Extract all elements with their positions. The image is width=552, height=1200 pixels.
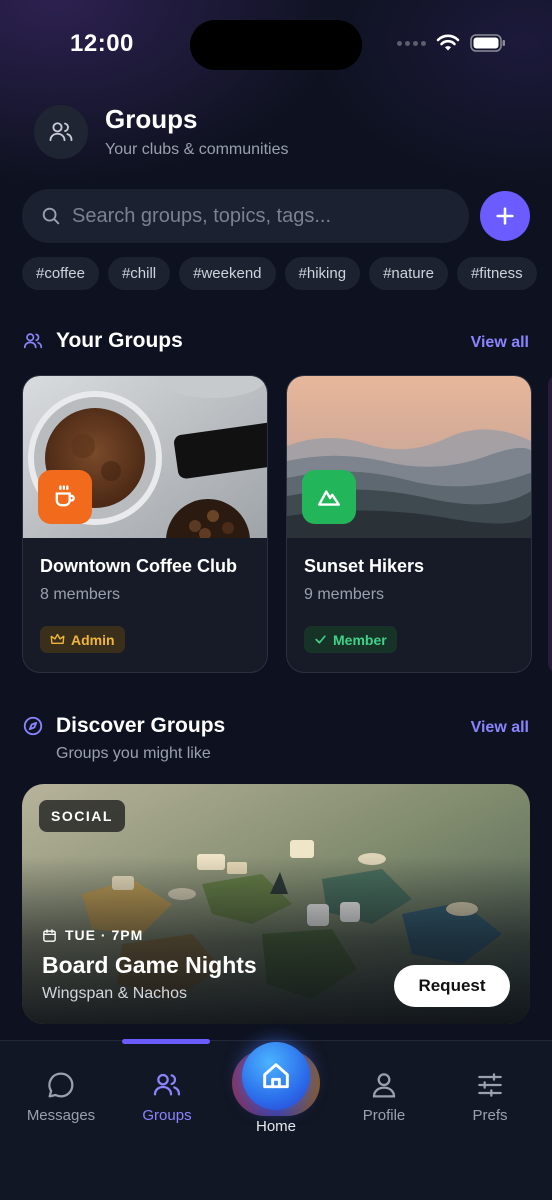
users-icon xyxy=(23,333,43,349)
tag-chip[interactable]: #chill xyxy=(107,257,171,290)
battery-icon xyxy=(470,34,505,52)
view-all-discover-link[interactable]: View all xyxy=(471,719,529,737)
event-time: TUE · 7PM xyxy=(42,927,143,943)
checkmark-icon xyxy=(315,635,326,644)
tab-label: Prefs xyxy=(472,1107,508,1124)
your-groups-header: Your Groups xyxy=(22,329,183,353)
status-bar: 12:00 xyxy=(0,0,552,90)
crown-icon xyxy=(50,633,65,644)
tag-chip[interactable]: #coffee xyxy=(22,257,99,290)
role-badge: Member xyxy=(304,626,397,653)
tab-groups[interactable]: Groups xyxy=(117,1069,217,1124)
compass-icon xyxy=(23,716,43,736)
groups-avatar xyxy=(34,104,88,159)
tag-chip[interactable]: #nature xyxy=(369,257,448,290)
coffee-cup-icon xyxy=(38,470,92,524)
group-card[interactable]: Sunset Hikers 9 members Member xyxy=(286,375,532,673)
group-name: Downtown Coffee Club xyxy=(40,556,237,576)
page-header: Groups Your clubs & communities xyxy=(34,104,289,159)
page-subtitle: Your clubs & communities xyxy=(105,141,289,158)
status-time: 12:00 xyxy=(70,30,134,57)
search-bar[interactable] xyxy=(22,189,469,243)
page-title: Groups xyxy=(105,104,198,134)
role-badge: Admin xyxy=(40,626,125,653)
status-indicators xyxy=(397,34,506,52)
active-tab-indicator xyxy=(122,1039,210,1044)
tab-home[interactable]: Home xyxy=(230,1042,322,1142)
member-count: 9 members xyxy=(304,586,385,603)
member-count: 8 members xyxy=(40,586,121,603)
dynamic-island xyxy=(190,20,362,70)
tag-filter-row[interactable]: #coffee #chill #weekend #hiking #nature … xyxy=(22,257,552,291)
mountain-icon xyxy=(302,470,356,524)
tab-label: Groups xyxy=(142,1107,192,1124)
role-label: Member xyxy=(333,631,387,648)
category-badge: SOCIAL xyxy=(39,800,125,832)
view-all-groups-link[interactable]: View all xyxy=(471,334,529,352)
event-card[interactable]: SOCIAL TUE · 7PM Board Game Nights Wings… xyxy=(22,784,530,1024)
search-input[interactable] xyxy=(72,204,452,228)
tag-chip[interactable]: #weekend xyxy=(179,257,276,290)
sliders-icon xyxy=(478,1073,502,1097)
tab-messages[interactable]: Messages xyxy=(11,1069,111,1124)
next-group-card-peek[interactable] xyxy=(548,375,552,673)
home-button[interactable] xyxy=(242,1042,310,1110)
discover-groups-header: Discover Groups xyxy=(22,714,225,738)
home-icon xyxy=(263,1063,289,1089)
tab-label: Home xyxy=(255,1118,296,1135)
person-icon xyxy=(372,1073,396,1098)
group-cover-image xyxy=(23,376,267,538)
section-title: Your Groups xyxy=(56,329,183,352)
group-cover-image xyxy=(287,376,531,538)
request-join-button[interactable]: Request xyxy=(394,965,510,1007)
tag-chip[interactable]: #fitness xyxy=(456,257,537,290)
users-icon xyxy=(49,121,73,141)
tab-prefs[interactable]: Prefs xyxy=(440,1069,540,1124)
search-icon xyxy=(42,207,60,225)
add-group-button[interactable] xyxy=(480,191,530,241)
event-subtitle: Wingspan & Nachos xyxy=(42,985,187,1002)
calendar-icon xyxy=(43,928,56,942)
tag-chip[interactable]: #hiking xyxy=(284,257,361,290)
role-label: Admin xyxy=(71,631,115,648)
tab-label: Profile xyxy=(362,1107,406,1124)
plus-icon xyxy=(496,207,514,225)
event-time-label: TUE · 7PM xyxy=(65,927,144,943)
cellular-signal-icon xyxy=(397,40,426,46)
group-card[interactable]: Downtown Coffee Club 8 members Admin xyxy=(22,375,268,673)
section-subtitle: Groups you might like xyxy=(56,745,211,762)
chat-bubble-icon xyxy=(48,1072,74,1098)
tab-profile[interactable]: Profile xyxy=(334,1069,434,1124)
section-title: Discover Groups xyxy=(56,714,226,737)
tab-label: Messages xyxy=(26,1107,96,1124)
users-icon xyxy=(153,1073,181,1096)
wifi-icon xyxy=(436,34,460,51)
event-title: Board Game Nights xyxy=(42,952,257,978)
group-name: Sunset Hikers xyxy=(304,556,425,576)
